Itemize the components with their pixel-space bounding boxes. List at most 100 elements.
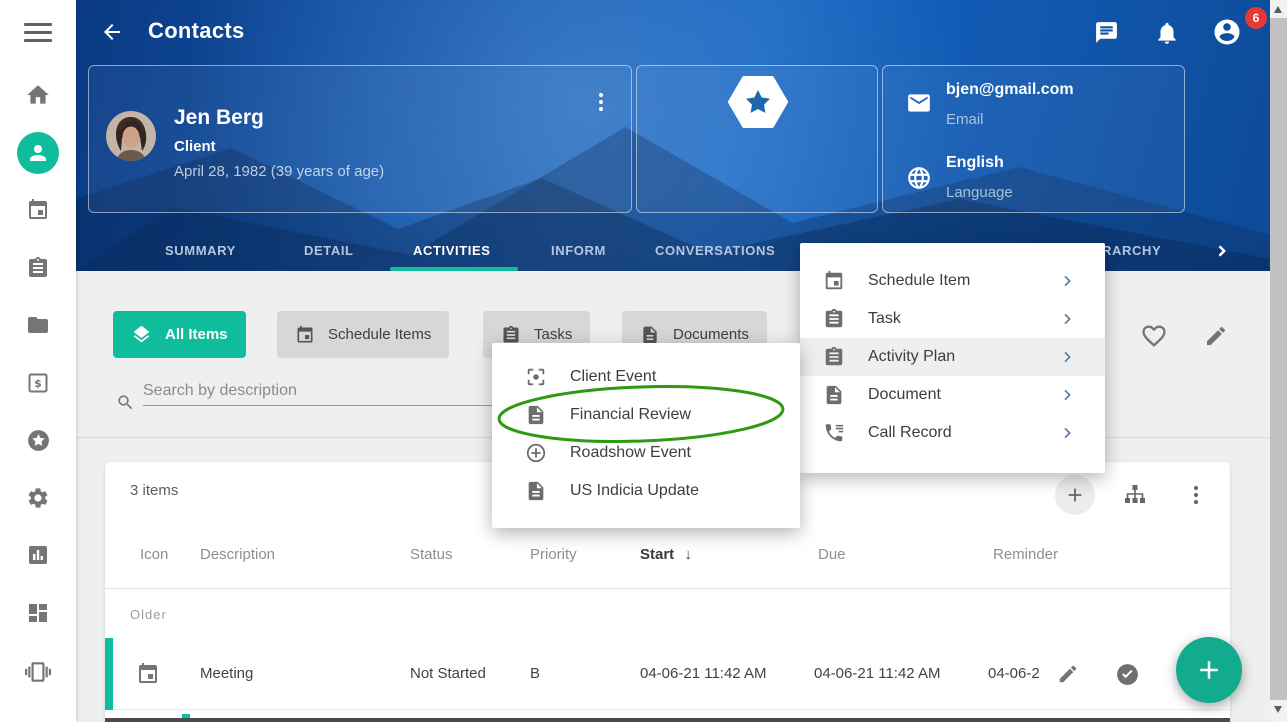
sidebar-item-contacts[interactable] (17, 132, 59, 174)
filter-all-items-button[interactable]: All Items (113, 311, 246, 358)
filter-tasks-label: Tasks (534, 326, 572, 343)
dashboard-icon (26, 601, 50, 625)
sidebar-item-reports[interactable] (14, 531, 62, 579)
scroll-down-arrow-icon[interactable] (1274, 706, 1282, 713)
menu-item-us-indicia-update[interactable]: US Indicia Update (492, 472, 800, 510)
back-arrow-icon[interactable] (100, 20, 124, 44)
home-icon (25, 82, 51, 108)
sidebar-item-favorites[interactable] (14, 416, 62, 464)
gear-icon (26, 486, 50, 510)
filter-schedule-items-label: Schedule Items (328, 326, 431, 343)
page-title: Contacts (148, 18, 245, 44)
filter-all-items-label: All Items (165, 326, 228, 343)
row-edit-pencil-icon[interactable] (1057, 663, 1079, 685)
table-more-options-icon[interactable] (1194, 483, 1198, 507)
sidebar-item-dashboard[interactable] (14, 589, 62, 637)
menu-item-call-record[interactable]: Call Record (800, 414, 1105, 452)
column-header-due[interactable]: Due (818, 546, 846, 563)
chat-icon[interactable] (1094, 20, 1119, 45)
tabs-scroll-right-icon[interactable] (1212, 241, 1232, 261)
email-label: Email (946, 111, 984, 128)
menu-item-roadshow-event[interactable]: Roadshow Event (492, 434, 800, 472)
filter-schedule-items-button[interactable]: Schedule Items (277, 311, 449, 358)
column-header-reminder[interactable]: Reminder (993, 546, 1058, 563)
document-icon (525, 404, 547, 426)
cell-priority: B (530, 638, 540, 710)
notification-badge: 6 (1245, 7, 1267, 29)
sidebar-item-home[interactable] (14, 71, 62, 119)
calendar-icon (26, 198, 50, 222)
email-icon (906, 90, 932, 116)
sidebar-item-calendar[interactable] (14, 186, 62, 234)
profile-avatar (106, 111, 156, 161)
tab-conversations[interactable]: CONVERSATIONS (655, 232, 775, 270)
menu-item-client-event[interactable]: Client Event (492, 358, 800, 396)
cell-due: 04-06-21 11:42 AM (814, 638, 940, 710)
profile-card-menu-icon[interactable] (599, 90, 603, 114)
notifications-bell-icon[interactable] (1154, 20, 1180, 46)
add-item-button[interactable] (1055, 475, 1095, 515)
profile-name: Jen Berg (174, 106, 264, 130)
menu-item-document[interactable]: Document (800, 376, 1105, 414)
sidebar-item-people[interactable] (14, 706, 62, 722)
person-icon (26, 141, 50, 165)
menu-item-task[interactable]: Task (800, 300, 1105, 338)
menu-item-schedule-item[interactable]: Schedule Item (800, 262, 1105, 300)
calendar-icon (136, 662, 160, 686)
phone-vibrate-icon (25, 659, 51, 685)
row-accent-bar (105, 638, 113, 710)
hierarchy-view-icon[interactable] (1123, 483, 1147, 507)
column-header-start[interactable]: Start ↓ (640, 546, 692, 563)
star-circle-icon (26, 428, 51, 453)
column-header-status[interactable]: Status (410, 546, 453, 563)
folder-icon (26, 313, 50, 337)
edit-pencil-icon[interactable] (1204, 324, 1228, 348)
tab-hierarchy-partial[interactable]: RARCHY (1102, 232, 1161, 270)
page-header: Contacts 6 Jen Berg (76, 0, 1270, 271)
table-row[interactable]: Meeting Not Started B 04-06-21 11:42 AM … (105, 638, 1230, 710)
call-record-icon (823, 422, 845, 444)
clipboard-icon (823, 308, 845, 330)
layers-icon (131, 324, 152, 345)
vertical-scrollbar[interactable] (1270, 0, 1287, 722)
favorite-heart-icon[interactable] (1140, 322, 1168, 350)
filter-documents-label: Documents (673, 326, 749, 343)
scrollbar-thumb[interactable] (1270, 18, 1287, 700)
create-item-menu: Schedule Item Task Activity Plan Documen… (800, 243, 1105, 473)
column-header-priority[interactable]: Priority (530, 546, 577, 563)
sidebar-item-mobile[interactable] (14, 648, 62, 696)
column-header-icon[interactable]: Icon (140, 546, 168, 563)
chevron-right-icon (1059, 273, 1075, 289)
rating-card (636, 65, 878, 213)
tab-summary[interactable]: SUMMARY (165, 232, 236, 270)
column-header-description[interactable]: Description (200, 546, 275, 563)
chevron-right-icon (1059, 311, 1075, 327)
next-row-peek (105, 718, 1230, 722)
email-value: bjen@gmail.com (946, 81, 1074, 99)
document-icon (823, 384, 845, 406)
sidebar-item-settings[interactable] (14, 474, 62, 522)
account-avatar-icon[interactable] (1212, 17, 1242, 47)
scroll-up-arrow-icon[interactable] (1274, 6, 1282, 13)
language-label: Language (946, 184, 1013, 201)
sort-descending-icon: ↓ (684, 546, 692, 563)
tab-detail[interactable]: DETAIL (304, 232, 354, 270)
row-complete-check-icon[interactable] (1115, 662, 1140, 687)
sidebar-item-billing[interactable]: $ (14, 359, 62, 407)
app-screen: Contacts 6 Jen Berg (0, 0, 1287, 722)
menu-item-financial-review[interactable]: Financial Review (492, 396, 800, 434)
menu-hamburger-icon[interactable] (24, 23, 52, 47)
globe-language-icon (906, 165, 932, 191)
row-group-label: Older (130, 607, 167, 622)
profile-birthdate: April 28, 1982 (39 years of age) (174, 163, 384, 180)
create-fab-button[interactable] (1176, 637, 1242, 703)
sidebar-item-documents[interactable] (14, 301, 62, 349)
sidebar-item-tasks[interactable] (14, 244, 62, 292)
table-header-divider (105, 588, 1230, 589)
tab-activities[interactable]: ACTIVITIES (413, 232, 491, 270)
menu-item-activity-plan[interactable]: Activity Plan (800, 338, 1105, 376)
contact-info-card: bjen@gmail.com Email English Language (882, 65, 1185, 213)
chevron-right-icon (1059, 387, 1075, 403)
profile-role: Client (174, 138, 216, 155)
tab-inform[interactable]: INFORM (551, 232, 606, 270)
